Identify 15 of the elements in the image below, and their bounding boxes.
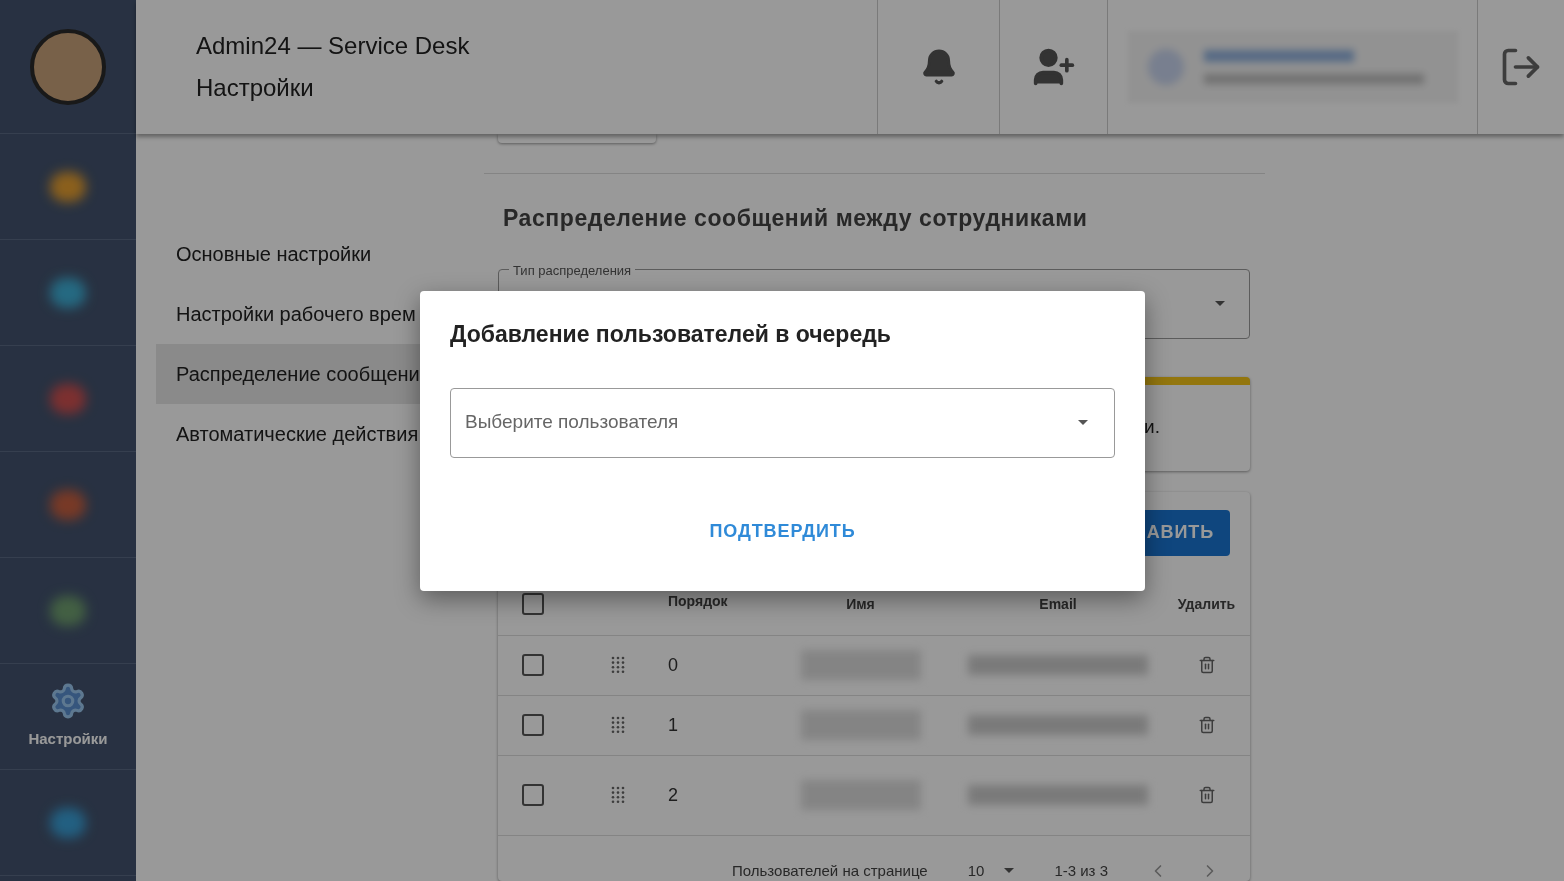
sidebar-label: Настройки xyxy=(28,729,108,750)
info-text: и. xyxy=(1144,415,1160,440)
rows-per-page-label: Пользователей на странице xyxy=(732,862,928,879)
section-title: Распределение сообщений между сотрудниками xyxy=(503,204,1089,233)
dialog-title: Добавление пользователей в очередь xyxy=(450,320,892,349)
page-range: 1-3 из 3 xyxy=(1054,862,1108,879)
column-header: Имя xyxy=(846,594,875,614)
page-title: Настройки xyxy=(196,73,315,103)
app-title: Admin24 — Service Desk xyxy=(196,31,471,61)
order-cell: 1 xyxy=(668,714,678,735)
column-header: Email xyxy=(1039,594,1077,614)
column-header: Порядок xyxy=(668,592,728,609)
order-cell: 0 xyxy=(668,654,678,675)
column-header: Удалить xyxy=(1177,594,1236,614)
order-cell: 2 xyxy=(668,784,678,805)
